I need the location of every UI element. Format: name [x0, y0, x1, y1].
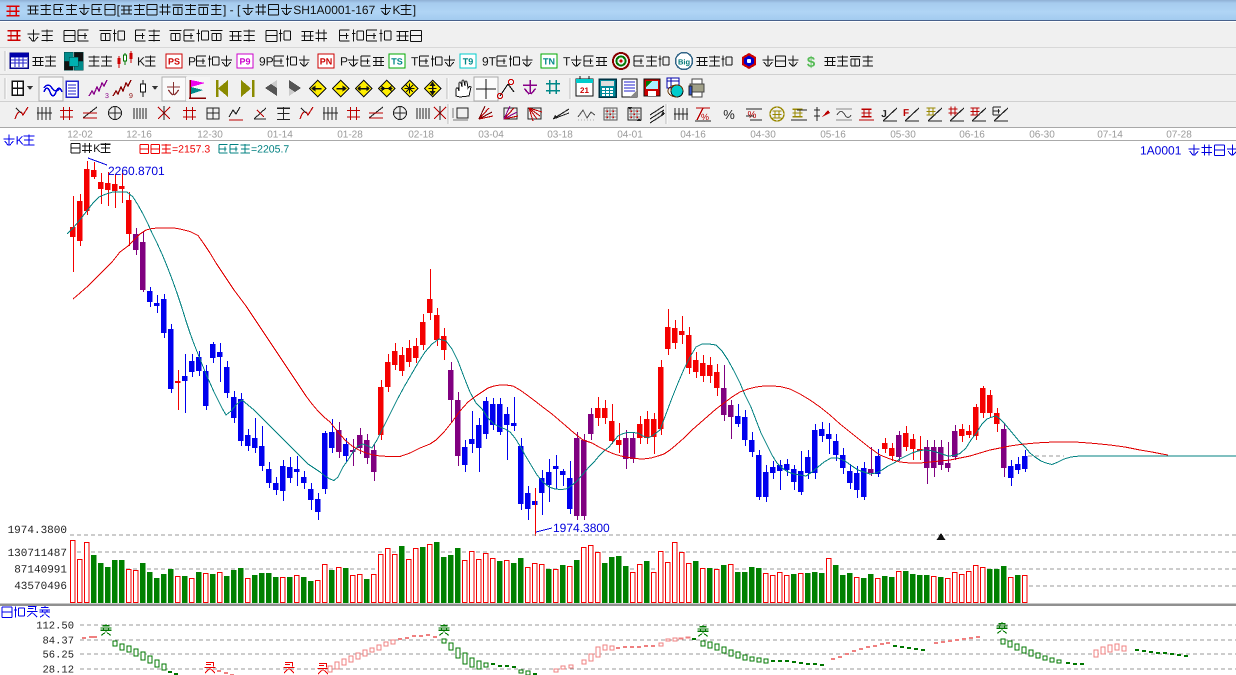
svg-text:PN: PN — [320, 57, 333, 67]
svg-text:01-14: 01-14 — [267, 130, 293, 141]
svg-text:SH1A0001-167: SH1A0001-167 — [293, 3, 375, 17]
svg-text:P: P — [340, 54, 348, 68]
svg-text:21: 21 — [580, 86, 589, 95]
svg-text:T: T — [563, 54, 571, 68]
svg-text:84.37: 84.37 — [42, 636, 74, 648]
svg-text:04-16: 04-16 — [680, 130, 706, 141]
svg-text:01-28: 01-28 — [337, 130, 363, 141]
svg-text:2260.8701: 2260.8701 — [108, 164, 165, 178]
svg-text:Big: Big — [678, 58, 691, 67]
svg-text:28.12: 28.12 — [42, 665, 74, 675]
svg-text:12-16: 12-16 — [126, 130, 152, 141]
svg-text:04-30: 04-30 — [750, 130, 776, 141]
svg-text:3: 3 — [105, 93, 109, 100]
svg-text:04-01: 04-01 — [617, 130, 643, 141]
svg-text:43570496: 43570496 — [14, 581, 67, 593]
svg-text:]: ] — [413, 3, 416, 17]
svg-text:K: K — [16, 133, 24, 147]
svg-text:9P: 9P — [259, 54, 274, 68]
svg-text:03-18: 03-18 — [547, 130, 573, 141]
svg-text:T: T — [411, 54, 419, 68]
svg-text:1A0001: 1A0001 — [1140, 143, 1182, 157]
svg-text:P: P — [188, 54, 196, 68]
svg-text:=2205.7: =2205.7 — [251, 144, 289, 156]
svg-text:05-16: 05-16 — [820, 130, 846, 141]
svg-text:12-02: 12-02 — [67, 130, 93, 141]
svg-text:%: % — [723, 107, 735, 122]
svg-text:=2157.3: =2157.3 — [172, 144, 210, 156]
svg-text:02-18: 02-18 — [408, 130, 434, 141]
svg-text:07-28: 07-28 — [1166, 130, 1192, 141]
svg-text:K: K — [137, 54, 145, 68]
svg-text:9: 9 — [129, 93, 133, 100]
svg-text:T9: T9 — [463, 57, 474, 67]
svg-text:130711487: 130711487 — [8, 548, 67, 560]
svg-text:] - [: ] - [ — [223, 3, 241, 17]
svg-text:03-04: 03-04 — [478, 130, 504, 141]
svg-text:112.50: 112.50 — [36, 621, 74, 633]
svg-text:TN: TN — [543, 57, 555, 67]
svg-text:P9: P9 — [239, 57, 250, 67]
svg-text:TS: TS — [391, 57, 403, 67]
svg-text:K: K — [93, 143, 101, 155]
svg-text:1974.3800: 1974.3800 — [8, 525, 67, 537]
svg-text:56.25: 56.25 — [42, 650, 74, 662]
svg-text:87140991: 87140991 — [14, 565, 67, 577]
svg-text:06-16: 06-16 — [959, 130, 985, 141]
svg-text:9T: 9T — [482, 54, 497, 68]
svg-text:06-30: 06-30 — [1029, 130, 1055, 141]
svg-text:07-14: 07-14 — [1097, 130, 1123, 141]
svg-text:K: K — [393, 3, 401, 17]
svg-text:1974.3800: 1974.3800 — [553, 521, 610, 535]
svg-text:PS: PS — [168, 57, 180, 67]
svg-text:12-30: 12-30 — [197, 130, 223, 141]
svg-text:$: $ — [807, 54, 816, 71]
svg-text:05-30: 05-30 — [890, 130, 916, 141]
